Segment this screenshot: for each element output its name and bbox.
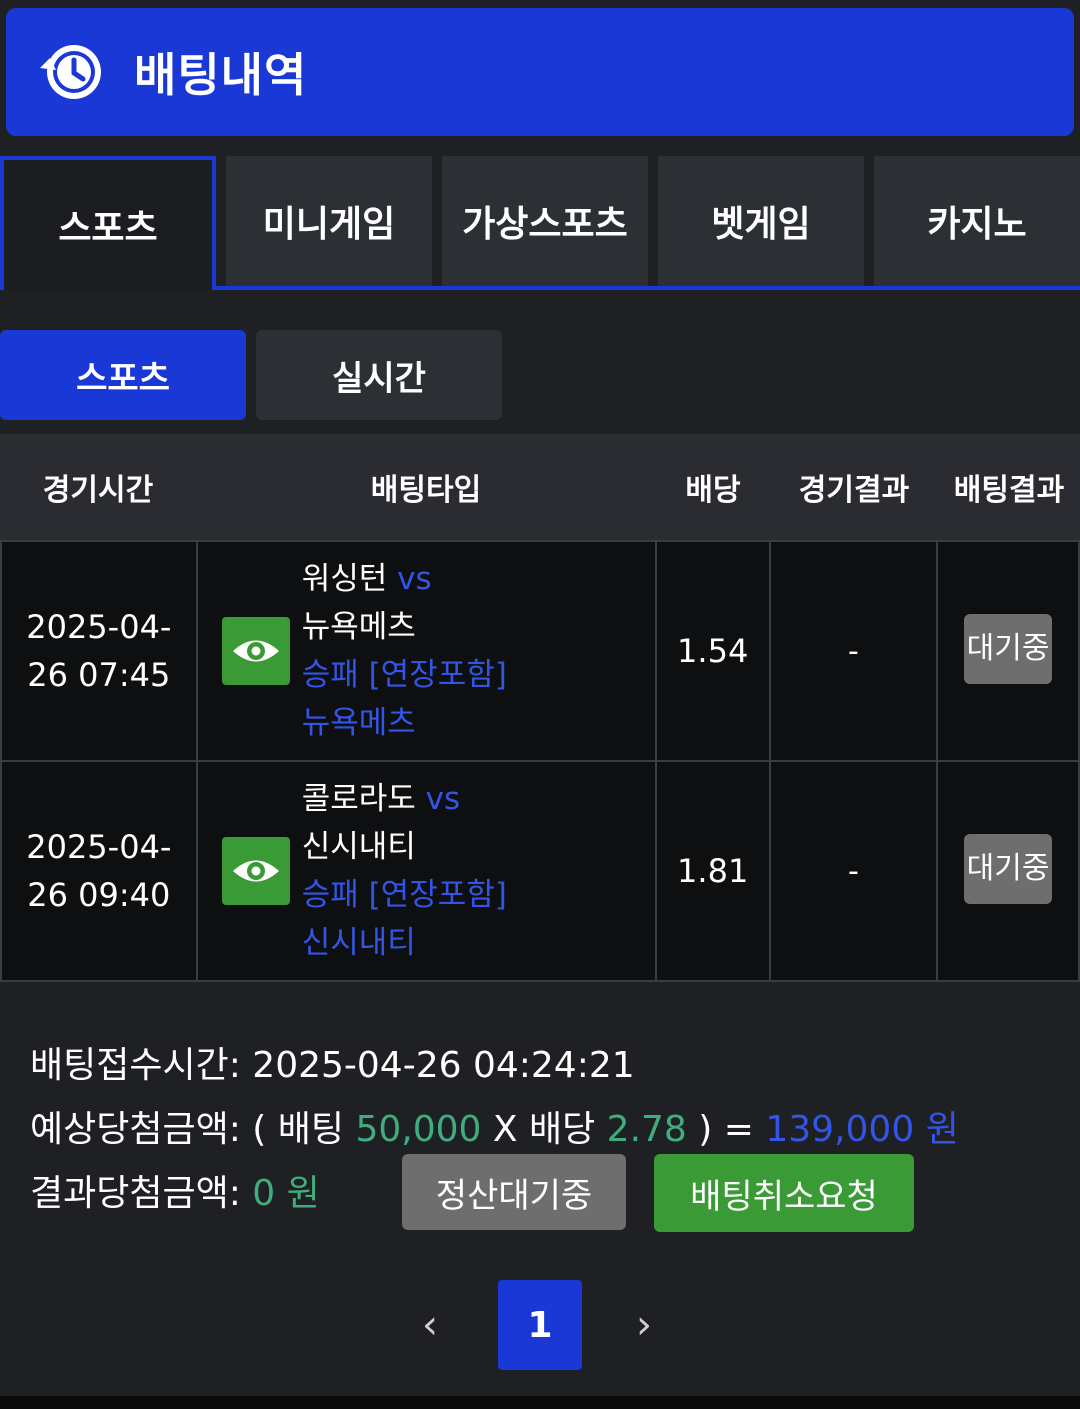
bet-time-line: 배팅접수시간: 2025-04-26 04:24:21	[30, 1034, 959, 1098]
bet-type-cell: 워싱턴 vs 뉴욕메츠 승패 [연장포함] 뉴욕메츠	[195, 540, 657, 762]
eye-icon[interactable]	[221, 617, 290, 685]
odds-value: 1.54	[654, 540, 771, 762]
tab-sports[interactable]: 스포츠	[0, 156, 216, 290]
eq-label: ) =	[686, 1109, 766, 1150]
result-amount: 0 원	[252, 1173, 320, 1214]
total-odds-value: 2.78	[606, 1109, 687, 1150]
status-badge: 대기중	[964, 834, 1053, 904]
page-title: 배팅내역	[134, 48, 308, 102]
status-badge: 대기중	[964, 614, 1053, 684]
bottom-divider	[0, 1396, 1080, 1409]
settle-pending-button[interactable]: 정산대기중	[402, 1154, 626, 1230]
vs-label: vs	[425, 781, 461, 817]
bet-status-cell: 대기중	[936, 760, 1080, 982]
match-clock: 26 09:40	[27, 876, 171, 914]
subtab-sports[interactable]: 스포츠	[0, 330, 246, 420]
col-header-bet-type: 배팅타입	[370, 473, 482, 508]
match-date: 2025-04-	[26, 828, 172, 866]
match-result: -	[768, 540, 939, 762]
pagination: ‹ 1 ›	[0, 1280, 1080, 1370]
col-header-bet-result: 배팅결과	[953, 473, 1065, 508]
category-tabs: 스포츠 미니게임 가상스포츠 벳게임 카지노	[0, 156, 1080, 290]
odds-value: 1.81	[654, 760, 771, 982]
away-team: 신시내티	[301, 829, 416, 865]
bet-market: 승패 [연장포함]	[301, 657, 507, 693]
match-time: 2025-04- 26 07:45	[0, 540, 198, 762]
subtab-live[interactable]: 실시간	[256, 330, 502, 420]
stake-value: 50,000	[355, 1109, 482, 1150]
tab-casino[interactable]: 카지노	[874, 156, 1080, 286]
tab-minigame[interactable]: 미니게임	[226, 156, 432, 286]
history-clock-icon	[40, 45, 101, 99]
expected-amount: 139,000 원	[765, 1109, 959, 1150]
col-header-match-result: 경기결과	[798, 473, 910, 508]
eye-icon[interactable]	[221, 837, 290, 905]
bet-market: 승패 [연장포함]	[301, 877, 507, 913]
table-header: 경기시간 배팅타입 배당 경기결과 배팅결과	[0, 434, 1080, 540]
page-number-current[interactable]: 1	[498, 1280, 582, 1370]
match-date: 2025-04-	[26, 608, 172, 646]
cancel-bet-button[interactable]: 배팅취소요청	[654, 1154, 914, 1232]
page-header: 배팅내역	[6, 8, 1074, 136]
mult-label: X 배당	[481, 1109, 607, 1150]
home-team: 콜로라도	[301, 781, 416, 817]
match-result: -	[768, 760, 939, 982]
col-header-odds: 배당	[685, 473, 741, 508]
bet-time-value: 2025-04-26 04:24:21	[252, 1045, 635, 1086]
table-row: 2025-04- 26 07:45 워싱턴 vs 뉴욕메츠 승패 [연장포함] …	[0, 540, 1080, 762]
chevron-left-icon[interactable]: ‹	[422, 1302, 438, 1348]
away-team: 뉴욕메츠	[301, 609, 416, 645]
bet-time-label: 배팅접수시간:	[30, 1045, 253, 1086]
bet-status-cell: 대기중	[936, 540, 1080, 762]
sub-tabs: 스포츠 실시간	[0, 330, 512, 420]
tab-betgame[interactable]: 벳게임	[658, 156, 864, 286]
home-team: 워싱턴	[301, 561, 388, 597]
chevron-right-icon[interactable]: ›	[636, 1302, 652, 1348]
expected-win-line: 예상당첨금액: ( 배팅 50,000 X 배당 2.78 ) = 139,00…	[30, 1098, 959, 1162]
expected-label: 예상당첨금액: ( 배팅	[30, 1109, 356, 1150]
match-clock: 26 07:45	[27, 656, 171, 694]
col-header-time: 경기시간	[42, 473, 154, 508]
result-label: 결과당첨금액:	[30, 1173, 253, 1214]
bet-pick: 뉴욕메츠	[301, 705, 416, 741]
bet-type-cell: 콜로라도 vs 신시내티 승패 [연장포함] 신시내티	[195, 760, 657, 982]
table-row: 2025-04- 26 09:40 콜로라도 vs 신시내티 승패 [연장포함]…	[0, 760, 1080, 982]
tab-virtual-sports[interactable]: 가상스포츠	[442, 156, 648, 286]
vs-label: vs	[397, 561, 432, 597]
bet-table: 2025-04- 26 07:45 워싱턴 vs 뉴욕메츠 승패 [연장포함] …	[0, 540, 1080, 982]
match-time: 2025-04- 26 09:40	[0, 760, 198, 982]
bet-pick: 신시내티	[301, 925, 416, 961]
